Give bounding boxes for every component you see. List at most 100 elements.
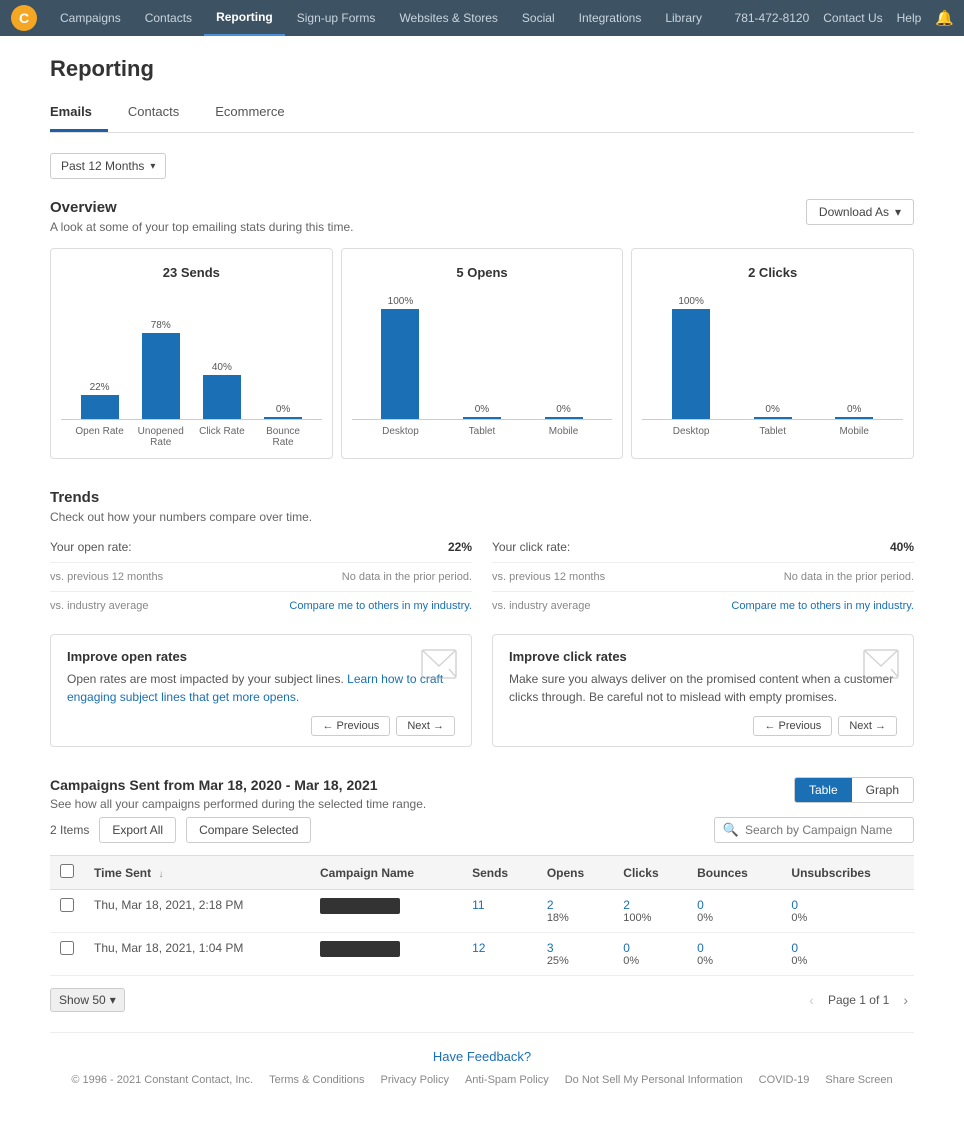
view-toggle: Table Graph	[794, 777, 914, 803]
table-row: Thu, Mar 18, 2021, 1:04 PM12325%00%00%00…	[50, 933, 914, 976]
download-btn-label: Download As	[819, 205, 889, 219]
chart-title-0: 23 Sends	[61, 265, 322, 280]
prev-page-button[interactable]: ‹	[803, 990, 820, 1010]
tab-emails[interactable]: Emails	[50, 96, 108, 132]
bounces-pct: 0%	[697, 912, 771, 924]
table-footer: Show 50 ▾ ‹ Page 1 of 1 ›	[50, 988, 914, 1012]
opens-link[interactable]: 2	[547, 898, 603, 912]
tip-open-prev[interactable]: ← Previous	[311, 716, 390, 736]
bar-label-top: 0%	[556, 404, 570, 415]
opens-pct: 18%	[547, 912, 603, 924]
footer-link-5[interactable]: COVID-19	[759, 1074, 810, 1086]
chart-labels-row: Open RateUnopened RateClick RateBounce R…	[61, 422, 322, 448]
bounces-cell: 00%	[687, 933, 781, 976]
nav-websites[interactable]: Websites & Stores	[387, 0, 509, 36]
campaigns-info: Campaigns Sent from Mar 18, 2020 - Mar 1…	[50, 777, 426, 811]
table-row: Thu, Mar 18, 2021, 2:18 PM11218%2100%00%…	[50, 890, 914, 933]
footer-links: © 1996 - 2021 Constant Contact, Inc. Term…	[50, 1074, 914, 1086]
tab-contacts[interactable]: Contacts	[128, 96, 195, 132]
show-count-dropdown[interactable]: Show 50 ▾	[50, 988, 125, 1012]
bell-icon[interactable]: 🔔	[935, 9, 954, 27]
sends-link[interactable]: 12	[472, 941, 527, 955]
chart-card-1: 5 Opens100%0%0%DesktopTabletMobile	[341, 248, 624, 459]
tip-open-next[interactable]: Next →	[396, 716, 455, 736]
clicks-cell: 00%	[613, 933, 687, 976]
logo[interactable]: C	[10, 4, 38, 32]
tip-open-rates: Improve open rates Open rates are most i…	[50, 634, 472, 747]
bounces-link[interactable]: 0	[697, 898, 771, 912]
nav-contacts[interactable]: Contacts	[133, 0, 204, 36]
next-page-button[interactable]: ›	[897, 990, 914, 1010]
chart-labels-row: DesktopTabletMobile	[642, 422, 903, 437]
email-icon-2	[863, 649, 899, 685]
unsub-link[interactable]: 0	[791, 941, 904, 955]
campaigns-subtitle: See how all your campaigns performed dur…	[50, 797, 426, 811]
tip-click-title: Improve click rates	[509, 649, 897, 664]
bar-group: 78%	[142, 320, 180, 419]
nav-contact-us[interactable]: Contact Us	[823, 11, 882, 25]
nav-library[interactable]: Library	[653, 0, 714, 36]
tip-click-prev[interactable]: ← Previous	[753, 716, 832, 736]
clicks-link[interactable]: 0	[623, 941, 677, 955]
opens-cell: 218%	[537, 890, 613, 933]
chart-card-2: 2 Clicks100%0%0%DesktopTabletMobile	[631, 248, 914, 459]
nav-help[interactable]: Help	[897, 11, 922, 25]
chart-title-1: 5 Opens	[352, 265, 613, 280]
bounces-link[interactable]: 0	[697, 941, 771, 955]
nav-campaigns[interactable]: Campaigns	[48, 0, 133, 36]
bar-group: 0%	[835, 404, 873, 419]
nav-social[interactable]: Social	[510, 0, 567, 36]
search-box: 🔍	[714, 817, 914, 843]
page-footer: Have Feedback? © 1996 - 2021 Constant Co…	[50, 1032, 914, 1102]
bar-label-bottom: Mobile	[539, 426, 589, 437]
sends-link[interactable]: 11	[472, 898, 527, 912]
opens-cell: 325%	[537, 933, 613, 976]
date-range-dropdown[interactable]: Past 12 Months ▾	[50, 153, 166, 179]
bar	[754, 417, 792, 419]
overview-subtitle: A look at some of your top emailing stat…	[50, 220, 353, 234]
download-as-button[interactable]: Download As ▾	[806, 199, 914, 225]
compare-selected-button[interactable]: Compare Selected	[186, 817, 311, 843]
footer-link-1[interactable]: Terms & Conditions	[269, 1074, 364, 1086]
export-all-button[interactable]: Export All	[99, 817, 176, 843]
clicks-cell: 2100%	[613, 890, 687, 933]
click-vs-prev-value: No data in the prior period.	[784, 571, 914, 583]
search-input[interactable]	[745, 823, 905, 837]
nav-reporting[interactable]: Reporting	[204, 0, 285, 36]
nav-signup-forms[interactable]: Sign-up Forms	[285, 0, 388, 36]
filter-row: Past 12 Months ▾	[50, 153, 914, 179]
row-checkbox[interactable]	[60, 898, 74, 912]
item-count: 2 Items	[50, 823, 89, 837]
clicks-link[interactable]: 2	[623, 898, 677, 912]
opens-link[interactable]: 3	[547, 941, 603, 955]
nav-integrations[interactable]: Integrations	[567, 0, 654, 36]
tip-click-next[interactable]: Next →	[838, 716, 897, 736]
col-campaign-name: Campaign Name	[310, 856, 462, 890]
col-time-sent: Time Sent ↓	[84, 856, 310, 890]
tab-ecommerce[interactable]: Ecommerce	[215, 96, 300, 132]
feedback-link[interactable]: Have Feedback?	[433, 1049, 531, 1064]
campaign-name-cell	[310, 890, 462, 933]
graph-view-button[interactable]: Graph	[852, 778, 913, 802]
bar-group: 100%	[381, 296, 419, 419]
unsub-link[interactable]: 0	[791, 898, 904, 912]
tip-open-title: Improve open rates	[67, 649, 455, 664]
clicks-pct: 100%	[623, 912, 677, 924]
footer-link-4[interactable]: Do Not Sell My Personal Information	[565, 1074, 743, 1086]
footer-link-0: © 1996 - 2021 Constant Contact, Inc.	[71, 1074, 253, 1086]
bar-group: 0%	[264, 404, 302, 419]
select-all-checkbox[interactable]	[60, 864, 74, 878]
col-sends: Sends	[462, 856, 537, 890]
bar-chart-1: 100%0%0%	[352, 290, 613, 420]
footer-link-6[interactable]: Share Screen	[825, 1074, 892, 1086]
bar-label-top: 40%	[212, 362, 232, 373]
open-industry-link[interactable]: Compare me to others in my industry.	[289, 600, 472, 612]
click-industry-link[interactable]: Compare me to others in my industry.	[731, 600, 914, 612]
footer-link-2[interactable]: Privacy Policy	[380, 1074, 448, 1086]
trends-section: Trends Check out how your numbers compar…	[50, 489, 914, 747]
unsubscribes-cell: 00%	[781, 933, 914, 976]
row-checkbox[interactable]	[60, 941, 74, 955]
footer-link-3[interactable]: Anti-Spam Policy	[465, 1074, 549, 1086]
table-view-button[interactable]: Table	[795, 778, 852, 802]
bar-chart-2: 100%0%0%	[642, 290, 903, 420]
